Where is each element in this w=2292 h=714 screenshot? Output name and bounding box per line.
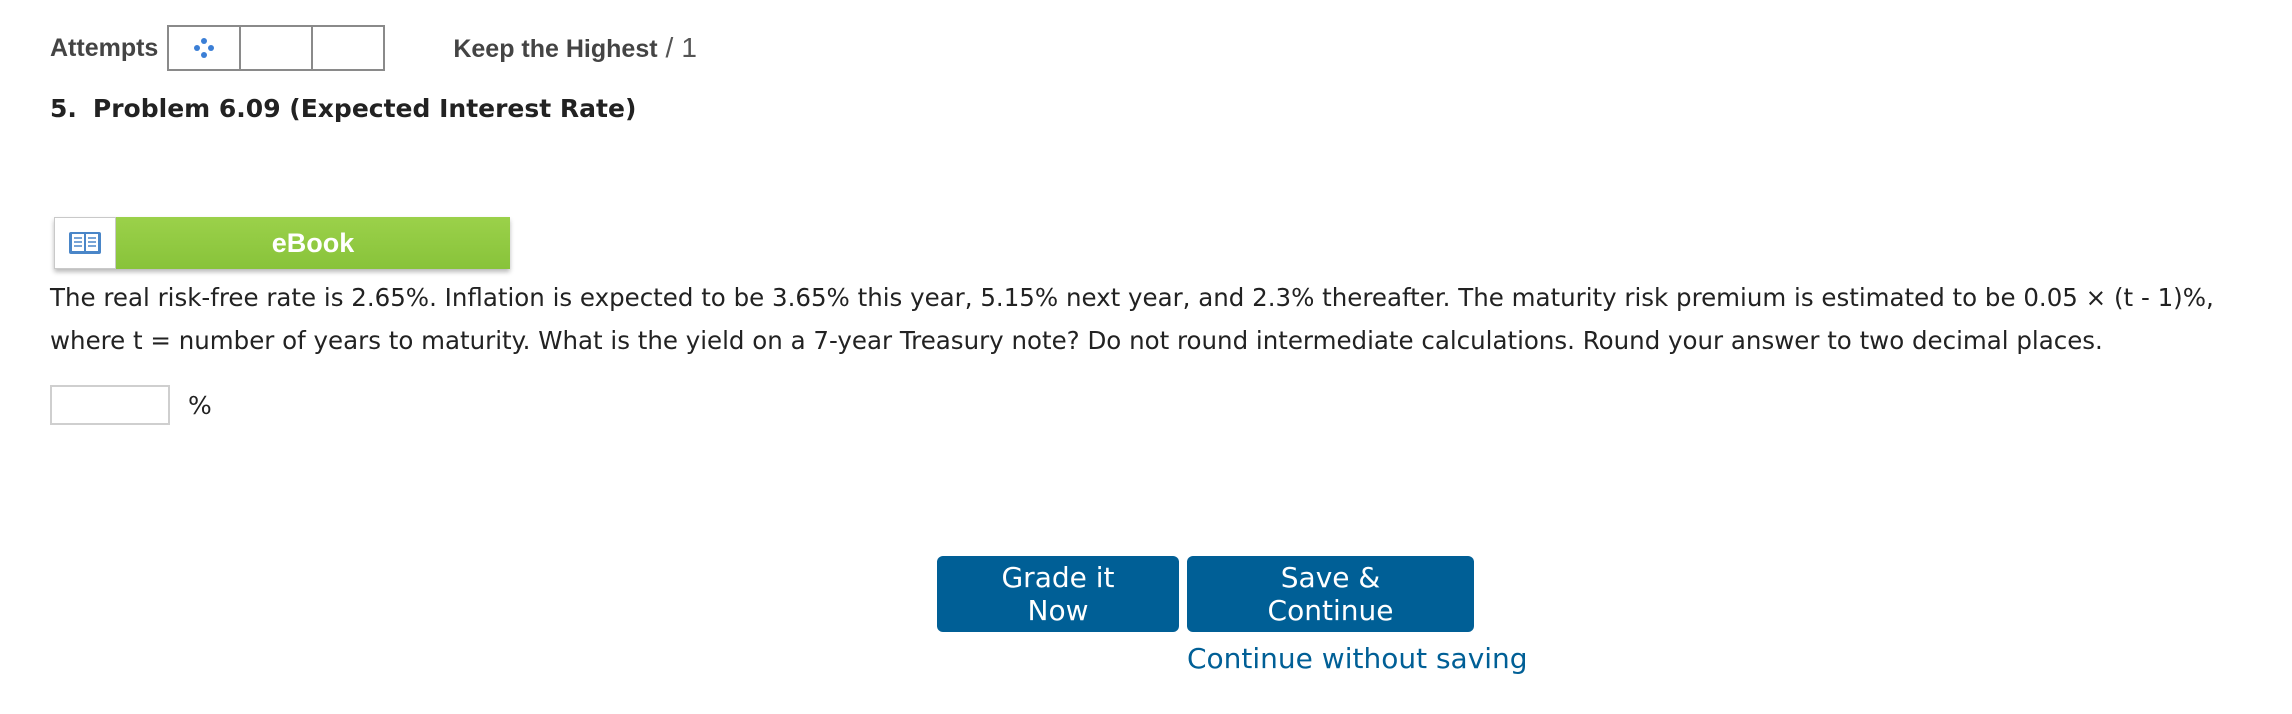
save-and-continue-button[interactable]: Save & Continue	[1187, 556, 1474, 632]
question-line-1: The real risk-free rate is 2.65%. Inflat…	[50, 283, 2214, 312]
ebook-button[interactable]: eBook	[54, 217, 510, 269]
question-line-2: where t = number of years to maturity. W…	[50, 326, 2103, 355]
attempts-row: Attempts Keep the Highest / 1	[50, 22, 697, 74]
attempt-box-1	[167, 25, 242, 71]
open-book-icon	[69, 232, 101, 254]
ebook-label: eBook	[116, 217, 510, 269]
answer-unit: %	[188, 390, 212, 420]
ebook-icon-cell	[54, 217, 116, 269]
answer-row: %	[50, 385, 212, 425]
attempts-label: Attempts	[50, 33, 159, 62]
continue-without-saving-link[interactable]: Continue without saving	[1187, 642, 1528, 675]
keep-highest: Keep the Highest / 1	[453, 32, 697, 64]
grade-it-now-button[interactable]: Grade it Now	[937, 556, 1179, 632]
spinner-dots-icon	[194, 38, 215, 58]
attempt-box-3	[311, 25, 386, 71]
action-buttons: Grade it Now Save & Continue	[937, 556, 1474, 632]
keep-highest-label: Keep the Highest	[453, 35, 658, 63]
attempt-box-2	[239, 25, 314, 71]
score-total: 1	[681, 32, 697, 63]
problem-title-text: Problem 6.09 (Expected Interest Rate)	[92, 94, 637, 123]
problem-title: 5. Problem 6.09 (Expected Interest Rate)	[50, 94, 636, 123]
problem-number: 5.	[50, 94, 77, 123]
score-separator: /	[665, 32, 674, 63]
question-text: The real risk-free rate is 2.65%. Inflat…	[50, 276, 2250, 362]
answer-input[interactable]	[50, 385, 170, 425]
